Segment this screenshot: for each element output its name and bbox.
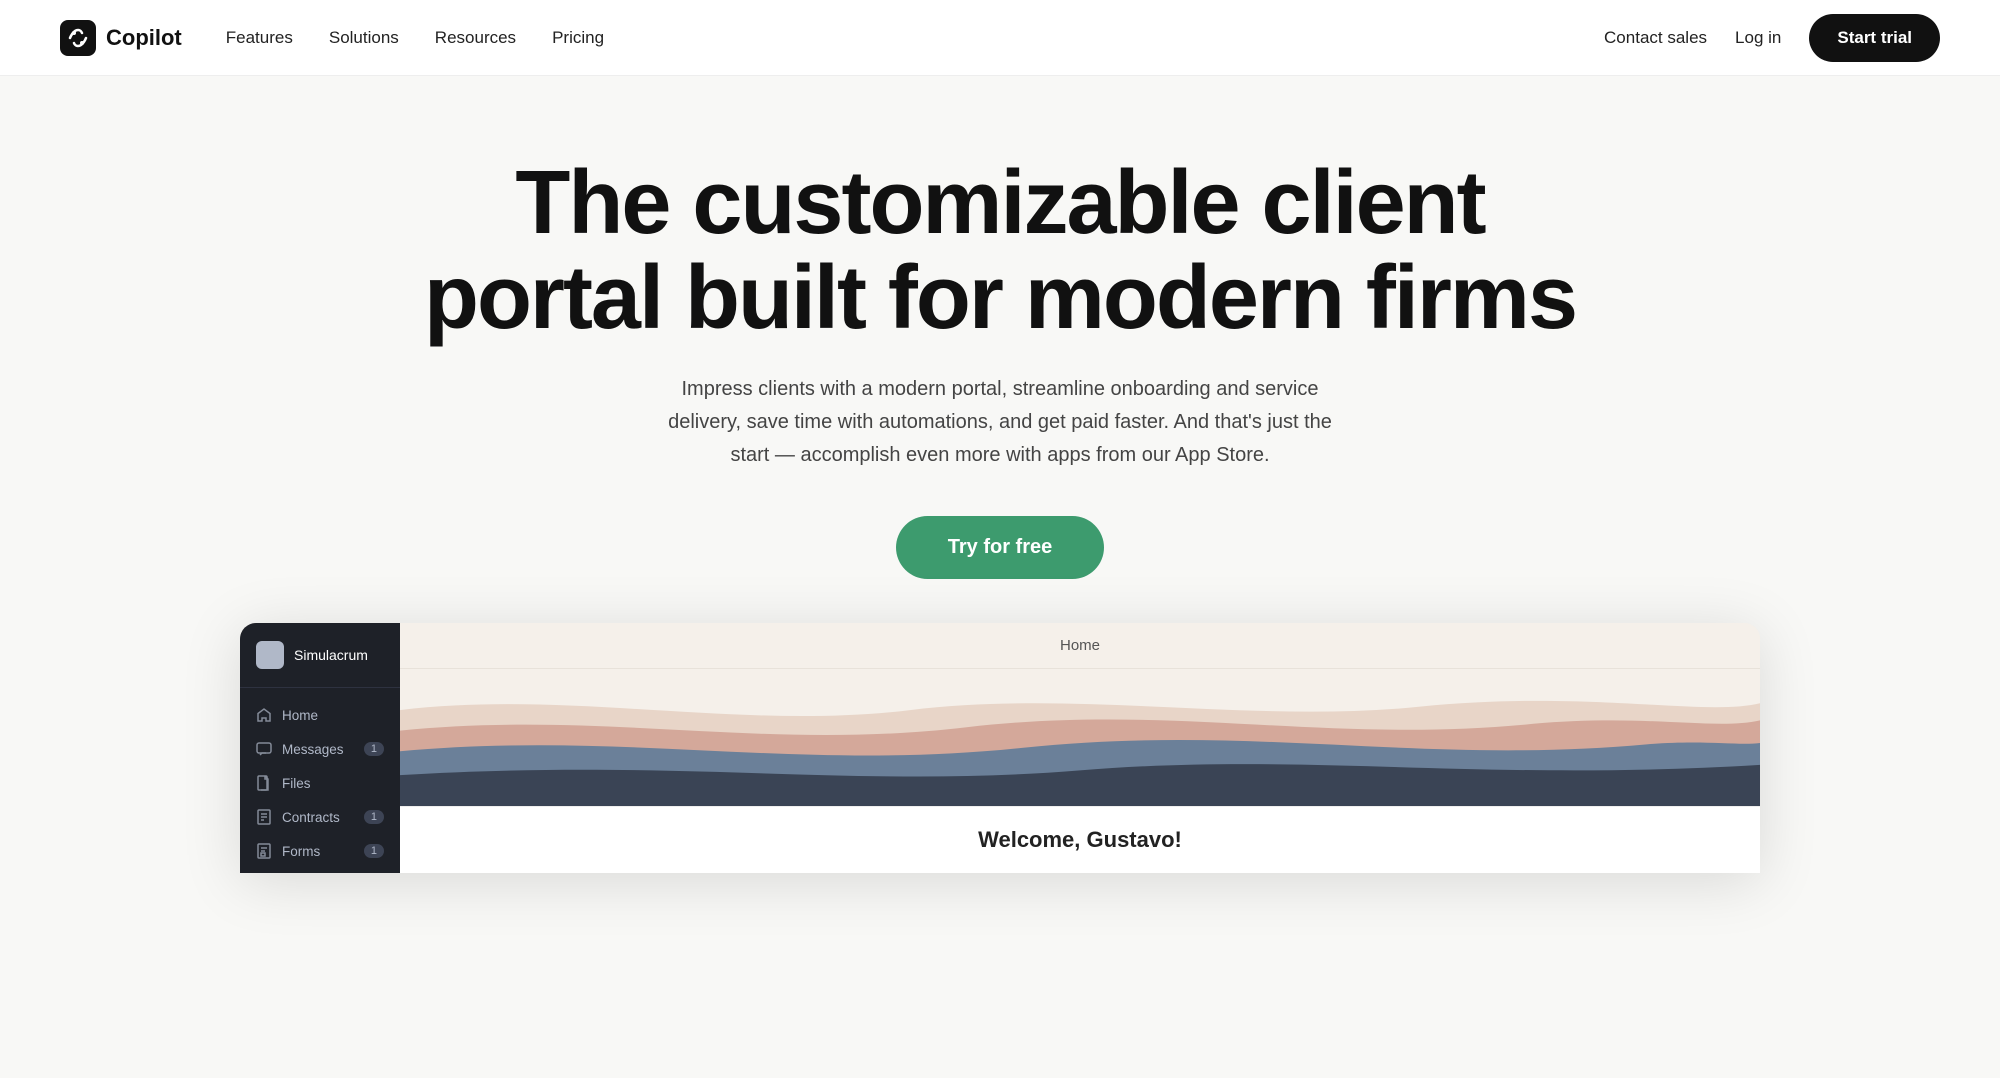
contact-sales-link[interactable]: Contact sales [1604, 28, 1707, 48]
nav-links: Features Solutions Resources Pricing [226, 28, 604, 48]
hero-section: The customizable client portal built for… [0, 76, 2000, 933]
sidebar-label-messages: Messages [282, 742, 344, 757]
sidebar-label-home: Home [282, 708, 318, 723]
messages-badge: 1 [364, 742, 384, 756]
sidebar-label-contracts: Contracts [282, 810, 340, 825]
product-preview: Simulacrum Home [240, 623, 1760, 873]
nav-item-features[interactable]: Features [226, 28, 293, 48]
files-icon [256, 775, 272, 791]
try-for-free-button[interactable]: Try for free [896, 516, 1104, 579]
nav-item-resources[interactable]: Resources [435, 28, 516, 48]
nav-item-solutions[interactable]: Solutions [329, 28, 399, 48]
sidebar-item-contracts[interactable]: Contracts 1 [240, 800, 400, 834]
nav-link-resources[interactable]: Resources [435, 28, 516, 47]
welcome-section: Welcome, Gustavo! [400, 806, 1760, 873]
sidebar-label-files: Files [282, 776, 311, 791]
forms-badge: 1 [364, 844, 384, 858]
nav-link-pricing[interactable]: Pricing [552, 28, 604, 47]
forms-icon [256, 843, 272, 859]
sidebar-item-messages[interactable]: Messages 1 [240, 732, 400, 766]
hero-headline-line2: portal built for modern firms [424, 248, 1576, 348]
logo-icon [60, 20, 96, 56]
wave-svg [400, 669, 1760, 806]
home-icon [256, 707, 272, 723]
main-nav: Copilot Features Solutions Resources Pri… [0, 0, 2000, 76]
contracts-icon [256, 809, 272, 825]
sidebar-item-home[interactable]: Home [240, 698, 400, 732]
nav-item-pricing[interactable]: Pricing [552, 28, 604, 48]
welcome-text: Welcome, Gustavo! [978, 827, 1182, 853]
hero-headline-line1: The customizable client [515, 153, 1484, 253]
logo-text: Copilot [106, 25, 182, 51]
app-topbar-label: Home [1060, 637, 1100, 654]
sidebar-brand-name: Simulacrum [294, 647, 368, 663]
sidebar-item-billing[interactable]: Billing [240, 868, 400, 873]
nav-left: Copilot Features Solutions Resources Pri… [60, 20, 604, 56]
logo[interactable]: Copilot [60, 20, 182, 56]
sidebar-avatar [256, 641, 284, 669]
hero-headline: The customizable client portal built for… [424, 156, 1576, 345]
app-sidebar: Simulacrum Home [240, 623, 400, 873]
contracts-badge: 1 [364, 810, 384, 824]
sidebar-nav: Home Messages 1 [240, 688, 400, 873]
app-main-area: Home Welcome, Gustavo! [400, 623, 1760, 873]
sidebar-brand: Simulacrum [240, 623, 400, 688]
app-topbar: Home [400, 623, 1760, 669]
sidebar-item-forms[interactable]: Forms 1 [240, 834, 400, 868]
nav-link-features[interactable]: Features [226, 28, 293, 47]
start-trial-button[interactable]: Start trial [1809, 14, 1940, 62]
hero-subtext: Impress clients with a modern portal, st… [660, 373, 1340, 472]
wave-chart-area [400, 669, 1760, 806]
nav-link-solutions[interactable]: Solutions [329, 28, 399, 47]
sidebar-label-forms: Forms [282, 844, 320, 859]
sidebar-item-files[interactable]: Files [240, 766, 400, 800]
messages-icon [256, 741, 272, 757]
log-in-link[interactable]: Log in [1735, 28, 1781, 48]
nav-right: Contact sales Log in Start trial [1604, 14, 1940, 62]
